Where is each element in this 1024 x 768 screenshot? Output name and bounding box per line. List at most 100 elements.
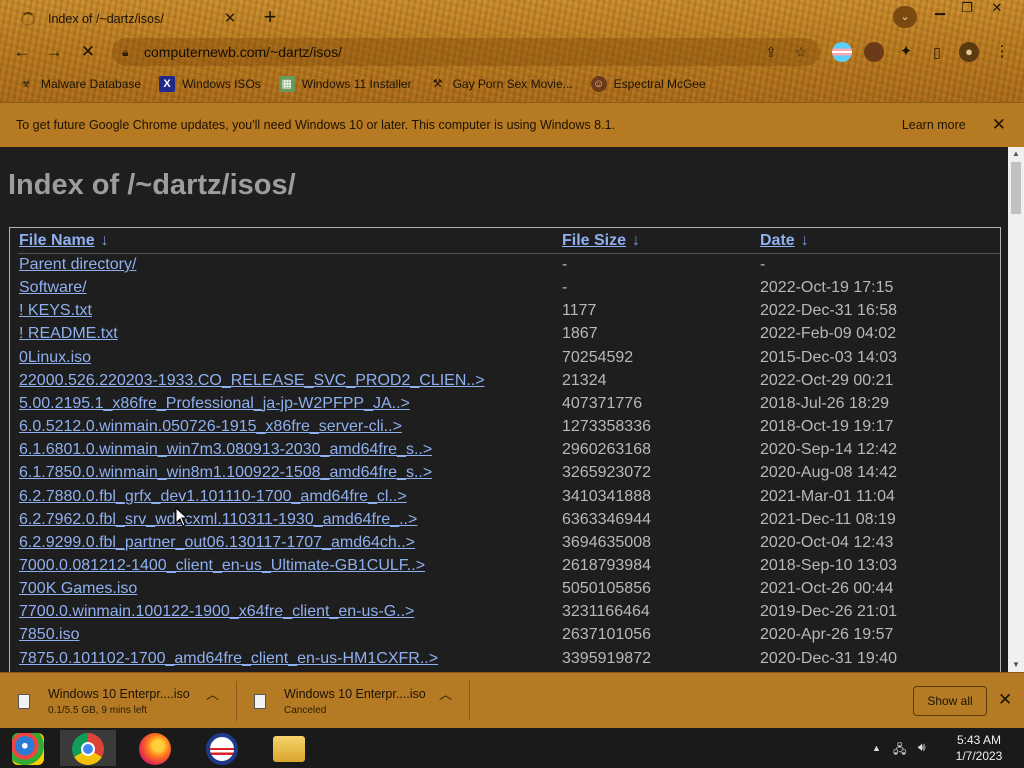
download-menu-chevron-icon[interactable]: ︿ [206,684,219,703]
taskbar-file-explorer[interactable] [261,730,317,766]
file-name-link[interactable]: 7850.iso [19,626,80,644]
share-icon[interactable]: ⇪ [760,44,782,61]
file-name-link[interactable]: ! README.txt [19,325,118,343]
table-row: 6.0.5212.0.winmain.050726-1915_x86fre_se… [10,418,1000,441]
new-tab-button[interactable]: + [258,6,282,30]
download-name: Windows 10 Enterpr....iso [284,686,426,701]
file-date: 2019-Dec-26 21:01 [760,603,897,621]
url-text[interactable]: computernewb.com/~dartz/isos/ [144,44,760,60]
close-window-button[interactable]: ✕ [982,0,1012,18]
windows-taskbar: ▲ 🖧︎ 🔊︎ 5:43 AM 1/7/2023 [0,728,1024,768]
file-date: 2022-Oct-19 17:15 [760,279,894,297]
volume-icon[interactable]: 🔊︎ [918,740,926,755]
table-row: 7875.0.101102-1700_amd64fre_client_en-us… [10,650,1000,672]
download-menu-chevron-icon[interactable]: ︿ [439,684,452,703]
file-name-link[interactable]: 7700.0.winmain.100122-1900_x64fre_client… [19,603,414,621]
sort-arrow-icon[interactable]: ↓ [632,232,640,250]
file-explorer-icon [273,736,305,762]
lock-icon[interactable]: 🔒︎ [122,45,134,60]
column-header-date[interactable]: Date ↓ [760,232,809,250]
network-icon[interactable]: 🖧︎ [893,740,906,761]
restore-button[interactable]: ❐ [952,0,982,18]
bookmark-gay-porn-sex-movie[interactable]: ⚒ Gay Porn Sex Movie... [430,76,573,92]
file-name-link[interactable]: 7875.0.101102-1700_amd64fre_client_en-us… [19,650,438,668]
show-all-button[interactable]: Show all [913,686,987,716]
column-header-file-size[interactable]: File Size ↓ [562,232,640,250]
file-name-link[interactable]: 6.1.6801.0.winmain_win7m3.080913-2030_am… [19,441,432,459]
file-name-link[interactable]: 6.2.7962.0.fbl_srv_wdacxml.110311-1930_a… [19,511,417,529]
browser-tab[interactable]: Index of /~dartz/isos/ ✕ [8,4,246,34]
file-name-link[interactable]: Parent directory/ [19,256,136,274]
file-name-link[interactable]: 6.2.9299.0.fbl_partner_out06.130117-1707… [19,534,415,552]
vertical-scrollbar[interactable]: ▲ ▼ [1008,147,1024,672]
tray-expand-icon[interactable]: ▲ [872,743,881,753]
file-name-link[interactable]: 700K Games.iso [19,580,137,598]
taskbar-firefox[interactable] [127,730,183,766]
bookmark-malware-database[interactable]: ☣ Malware Database [18,76,141,92]
download-item-1[interactable]: Windows 10 Enterpr....iso 0.1/5.5 GB, 9 … [0,681,190,721]
file-icon [254,693,266,709]
side-panel-icon[interactable]: ▯ [927,42,947,62]
sort-arrow-icon[interactable]: ↓ [801,232,809,250]
download-shelf-close-icon[interactable]: ✕ [998,690,1012,710]
chrome-menu-icon[interactable]: ⋮ [992,42,1012,62]
tab-search-icon[interactable]: ⌄ [893,6,917,28]
file-date: 2021-Dec-11 08:19 [760,510,896,528]
download-item-2[interactable]: Windows 10 Enterpr....iso Canceled [236,681,426,721]
bookmark-windows-11-installer[interactable]: ▦ Windows 11 Installer [278,76,412,92]
bookmark-windows-isos[interactable]: X Windows ISOs [159,76,261,92]
column-header-file-name[interactable]: File Name ↓ [19,232,109,250]
extensions-puzzle-icon[interactable]: ✦ [896,42,916,62]
file-name-link[interactable]: 6.2.7880.0.fbl_grfx_dev1.101110-1700_amd… [19,488,407,506]
file-size: 2618793984 [562,556,651,574]
scroll-up-arrow-icon[interactable]: ▲ [1008,147,1024,161]
file-date: 2021-Mar-01 11:04 [760,487,895,505]
file-date: 2022-Feb-09 04:02 [760,325,897,343]
file-name-link[interactable]: 6.0.5212.0.winmain.050726-1915_x86fre_se… [19,418,402,436]
extension-avatar-icon[interactable] [864,42,884,62]
download-name: Windows 10 Enterpr....iso [48,686,190,701]
file-name-link[interactable]: 0Linux.iso [19,349,91,367]
start-button[interactable] [0,730,56,766]
scrollbar-thumb[interactable] [1011,162,1021,214]
column-header-label[interactable]: File Name [19,232,95,249]
bookmark-espectral-mcgee[interactable]: ☺ Espectral McGee [590,76,706,92]
file-name-link[interactable]: ! KEYS.txt [19,302,92,320]
extension-flag-icon[interactable] [832,42,852,62]
stop-loading-button[interactable]: ✕ [76,40,100,64]
hammer-icon: ⚒ [432,78,443,90]
tab-close-icon[interactable]: ✕ [222,11,238,27]
table-row: Parent directory/ - - [10,256,1000,279]
download-shelf: Windows 10 Enterpr....iso 0.1/5.5 GB, 9 … [0,672,1024,728]
table-row: 700K Games.iso 5050105856 2021-Oct-26 00:4… [10,580,1000,603]
tab-title: Index of /~dartz/isos/ [48,12,164,26]
file-date: 2018-Sep-10 13:03 [760,556,897,574]
file-size: - [562,279,568,297]
bookmark-label: Gay Porn Sex Movie... [452,77,573,91]
back-button[interactable]: ← [10,40,34,64]
minimize-button[interactable]: ▁ [925,0,955,18]
system-clock[interactable]: 5:43 AM 1/7/2023 [947,732,1011,764]
file-name-link[interactable]: 7000.0.081212-1400_client_en-us_Ultimate… [19,557,425,575]
file-date: 2018-Oct-19 19:17 [760,418,894,436]
obama-icon [206,733,238,765]
file-name-link[interactable]: 5.00.2195.1_x86fre_Professional_ja-jp-W2… [19,395,410,413]
file-date: - [760,256,766,273]
profile-icon[interactable]: ● [959,42,979,62]
file-name-link[interactable]: 22000.526.220203-1933.CO_RELEASE_SVC_PRO… [19,372,485,390]
forward-button[interactable]: → [42,40,66,64]
address-bar[interactable]: 🔒︎ computernewb.com/~dartz/isos/ ⇪ ☆ [112,38,820,66]
learn-more-link[interactable]: Learn more [902,118,966,132]
sort-arrow-icon[interactable]: ↓ [101,232,109,250]
file-size: 6363346944 [562,510,651,528]
file-name-link[interactable]: Software/ [19,279,87,297]
column-header-label[interactable]: Date [760,232,795,249]
download-status: Canceled [284,704,327,716]
file-name-link[interactable]: 6.1.7850.0.winmain_win8m1.100922-1508_am… [19,464,432,482]
bookmark-star-icon[interactable]: ☆ [790,44,812,61]
taskbar-chrome[interactable] [60,730,116,766]
taskbar-obama-app[interactable] [194,730,250,766]
infobar-close-icon[interactable]: ✕ [992,115,1006,135]
column-header-label[interactable]: File Size [562,232,626,249]
scroll-down-arrow-icon[interactable]: ▼ [1008,658,1024,672]
